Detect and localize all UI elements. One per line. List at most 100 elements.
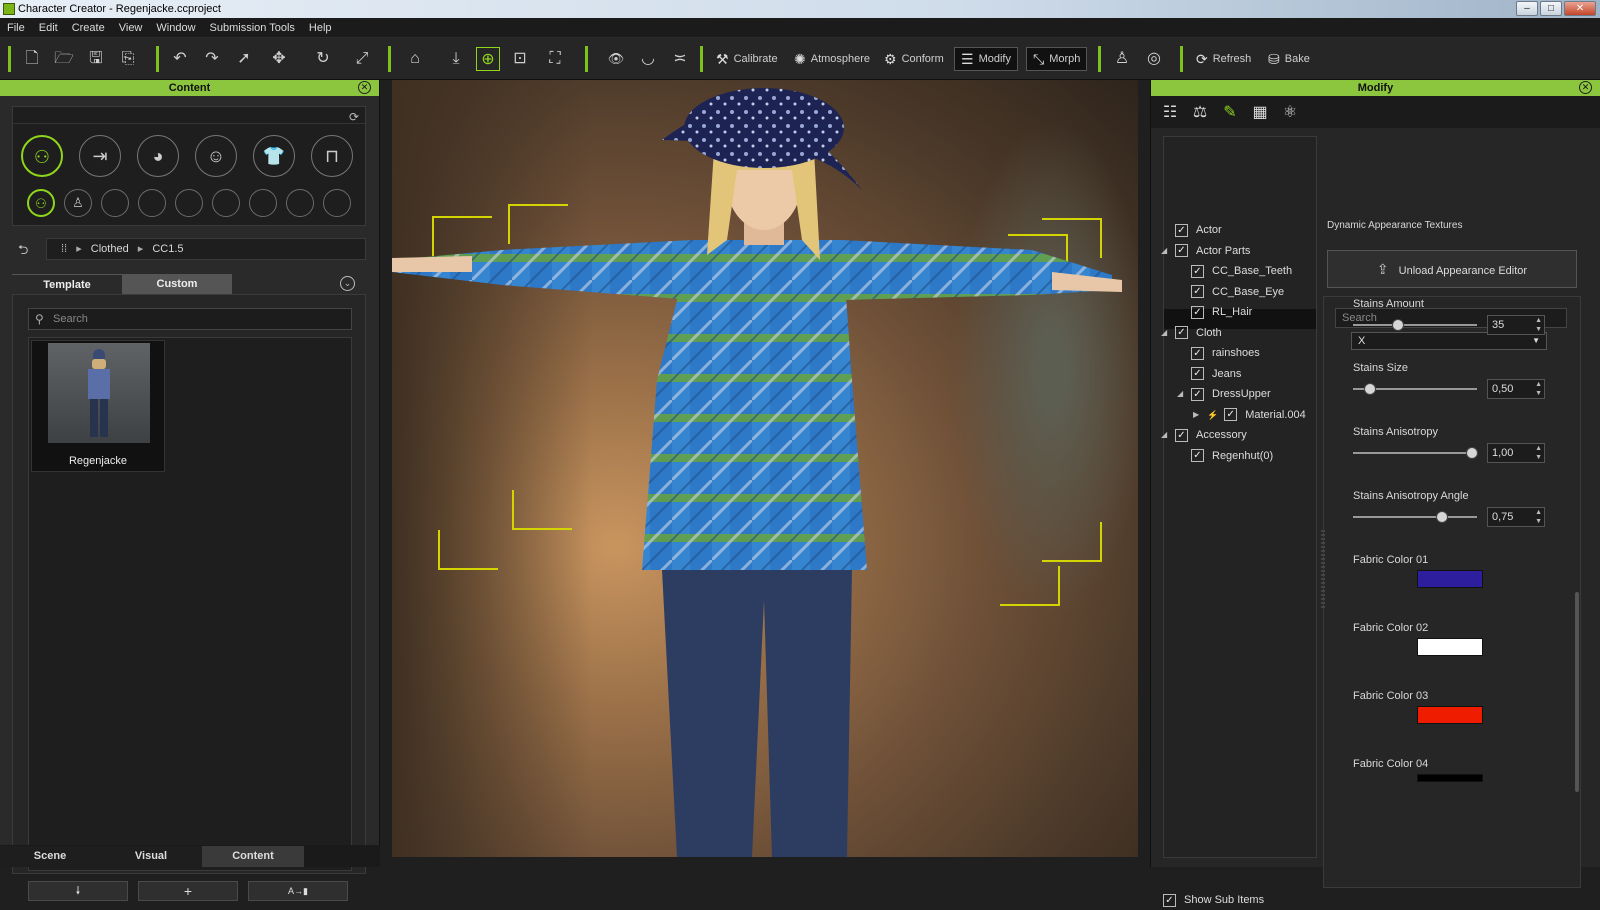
checkbox-checked-icon[interactable]: ✓ xyxy=(1175,223,1188,237)
checkbox-checked-icon[interactable]: ✓ xyxy=(1224,408,1238,421)
chevron-down-icon[interactable]: ⌄ xyxy=(340,276,355,291)
menu-window[interactable]: Window xyxy=(149,18,202,38)
content-search-input[interactable]: ⚲ Search xyxy=(28,308,352,330)
material-checker-icon[interactable]: ▦ xyxy=(1247,100,1273,126)
expand-arrow-icon[interactable]: ◢ xyxy=(1161,425,1175,445)
atmosphere-button[interactable]: ✺ Atmosphere xyxy=(788,47,876,71)
character-model[interactable] xyxy=(392,80,1138,857)
actor-category-icon[interactable]: ⚇ xyxy=(21,135,63,177)
tree-item[interactable]: ▶ ⚡ ✓ Material.004 xyxy=(1193,405,1306,425)
checkbox-checked-icon[interactable]: ✓ xyxy=(1191,305,1204,319)
maximize-button[interactable]: □ xyxy=(1540,1,1562,16)
eye-icon[interactable]: 👁 xyxy=(604,47,628,71)
3d-viewport[interactable] xyxy=(392,80,1138,857)
bake-button[interactable]: ⛁ Bake xyxy=(1262,47,1316,71)
menu-help[interactable]: Help xyxy=(302,18,339,38)
checkbox-checked-icon[interactable]: ✓ xyxy=(1191,264,1204,278)
checkbox-checked-icon[interactable]: ✓ xyxy=(1175,326,1188,339)
splitter-handle[interactable] xyxy=(1321,530,1325,610)
expand-arrow-icon[interactable]: ◢ xyxy=(1177,384,1191,404)
frame-all-icon[interactable]: ⛶ xyxy=(540,47,570,71)
skin-icon[interactable]: ≍ xyxy=(668,47,692,71)
attributes-icon[interactable]: ⚖ xyxy=(1187,100,1213,126)
menu-create[interactable]: Create xyxy=(65,18,112,38)
empty-filter-slot[interactable] xyxy=(101,189,129,217)
home-icon[interactable]: ⌂ xyxy=(400,47,430,71)
checkbox-checked-icon[interactable]: ✓ xyxy=(1191,449,1204,462)
menu-view[interactable]: View xyxy=(112,18,150,38)
modify-button[interactable]: ☰ Modify xyxy=(954,47,1018,71)
menu-submission-tools[interactable]: Submission Tools xyxy=(203,18,302,38)
slider-track[interactable] xyxy=(1353,516,1477,518)
empty-filter-slot[interactable] xyxy=(138,189,166,217)
tree-item[interactable]: ✓ CC_Base_Eye xyxy=(1177,282,1284,302)
value-spinbox[interactable]: 1,00 ▲ ▼ xyxy=(1487,443,1545,463)
apply-down-button[interactable]: 🠗 xyxy=(28,881,128,901)
skin-category-icon[interactable]: ◕ xyxy=(137,135,179,177)
close-icon[interactable]: ✕ xyxy=(1579,81,1592,94)
move-icon[interactable]: ✥ xyxy=(264,47,294,71)
expand-arrow-icon[interactable]: ◢ xyxy=(1161,241,1175,261)
checkbox-checked-icon[interactable]: ✓ xyxy=(1191,367,1204,380)
breadcrumb-item[interactable]: CC1.5 xyxy=(152,243,183,255)
undo-icon[interactable]: ↶ xyxy=(168,47,192,71)
morph-button[interactable]: ⤡ Morph xyxy=(1026,47,1088,71)
expand-arrow-icon[interactable]: ▶ xyxy=(1193,405,1207,425)
checkbox-checked-icon[interactable]: ✓ xyxy=(1175,244,1188,257)
tree-item[interactable]: ◢ ✓ Cloth xyxy=(1161,323,1222,343)
physics-atom-icon[interactable]: ⚛ xyxy=(1277,100,1303,126)
save-as-icon[interactable]: ⎘ xyxy=(116,47,140,71)
tree-item[interactable]: ✓ Actor xyxy=(1161,220,1222,240)
tree-item[interactable]: ✓ RL_Hair xyxy=(1177,302,1252,322)
mouth-icon[interactable]: ◡ xyxy=(636,47,660,71)
unload-appearance-editor-button[interactable]: ⇪ Unload Appearance Editor xyxy=(1327,250,1577,288)
scale-icon[interactable]: ⤢ xyxy=(350,47,374,71)
tree-item[interactable]: ✓ Jeans xyxy=(1177,364,1241,384)
select-arrow-icon[interactable]: ➚ xyxy=(232,47,256,71)
spin-arrows-icon[interactable]: ▲ ▼ xyxy=(1535,380,1542,398)
appearance-editor-icon[interactable]: ✎ xyxy=(1217,100,1243,126)
slider-track[interactable] xyxy=(1353,452,1477,454)
redo-icon[interactable]: ↷ xyxy=(200,47,224,71)
character-pose-icon[interactable]: ♙ xyxy=(1110,47,1134,71)
empty-filter-slot[interactable] xyxy=(323,189,351,217)
tree-item[interactable]: ◢ ✓ DressUpper xyxy=(1177,384,1271,404)
drop-to-floor-icon[interactable]: ⤓ xyxy=(444,47,468,71)
frame-object-icon[interactable]: ⊡ xyxy=(508,47,532,71)
menu-file[interactable]: File xyxy=(0,18,32,38)
conform-button[interactable]: ⚙ Conform xyxy=(878,47,950,71)
slider-knob[interactable] xyxy=(1466,447,1479,459)
tab-visual[interactable]: Visual xyxy=(100,846,202,867)
calibrate-button[interactable]: ⚒ Calibrate xyxy=(710,47,784,71)
tab-scene[interactable]: Scene xyxy=(0,846,100,867)
spin-arrows-icon[interactable]: ▲ ▼ xyxy=(1535,444,1542,462)
open-folder-icon[interactable]: 🗁 xyxy=(52,47,76,71)
clothed-filter-icon[interactable]: ⚇ xyxy=(27,189,55,217)
checkbox-checked-icon[interactable]: ✓ xyxy=(1191,285,1204,298)
color-swatch[interactable] xyxy=(1417,706,1483,724)
settings-scrollbar[interactable] xyxy=(1575,592,1579,792)
empty-filter-slot[interactable] xyxy=(175,189,203,217)
new-file-icon[interactable]: 🗋 xyxy=(20,47,44,71)
save-icon[interactable]: 🖫 xyxy=(84,47,108,71)
checkbox-checked-icon[interactable]: ✓ xyxy=(1175,428,1188,442)
refresh-icon[interactable]: ⟳ xyxy=(349,110,359,124)
spin-arrows-icon[interactable]: ▲ ▼ xyxy=(1535,508,1542,526)
frame-selected-icon[interactable]: ⊕ xyxy=(476,47,500,71)
tree-item[interactable]: ✓ Regenhut(0) xyxy=(1177,446,1273,466)
rotate-icon[interactable]: ↻ xyxy=(308,47,338,71)
show-sub-items-checkbox[interactable]: ✓ Show Sub Items xyxy=(1163,890,1264,910)
empty-filter-slot[interactable] xyxy=(212,189,240,217)
value-spinbox[interactable]: 0,50 ▲ ▼ xyxy=(1487,379,1545,399)
accessory-category-icon[interactable]: ⊓ xyxy=(311,135,353,177)
breadcrumb-item[interactable]: Clothed xyxy=(91,243,129,255)
checkbox-checked-icon[interactable]: ✓ xyxy=(1191,387,1204,401)
value-spinbox[interactable]: 35 ▲ ▼ xyxy=(1487,315,1545,335)
tree-item[interactable]: ◢ ✓ Accessory xyxy=(1161,425,1247,445)
spin-arrows-icon[interactable]: ▲ ▼ xyxy=(1535,316,1542,334)
replace-button[interactable]: A→▮ xyxy=(248,881,348,901)
expand-arrow-icon[interactable]: ◢ xyxy=(1161,323,1175,343)
close-button[interactable]: ✕ xyxy=(1564,1,1596,16)
slider-knob[interactable] xyxy=(1391,319,1404,331)
color-swatch[interactable] xyxy=(1417,638,1483,656)
